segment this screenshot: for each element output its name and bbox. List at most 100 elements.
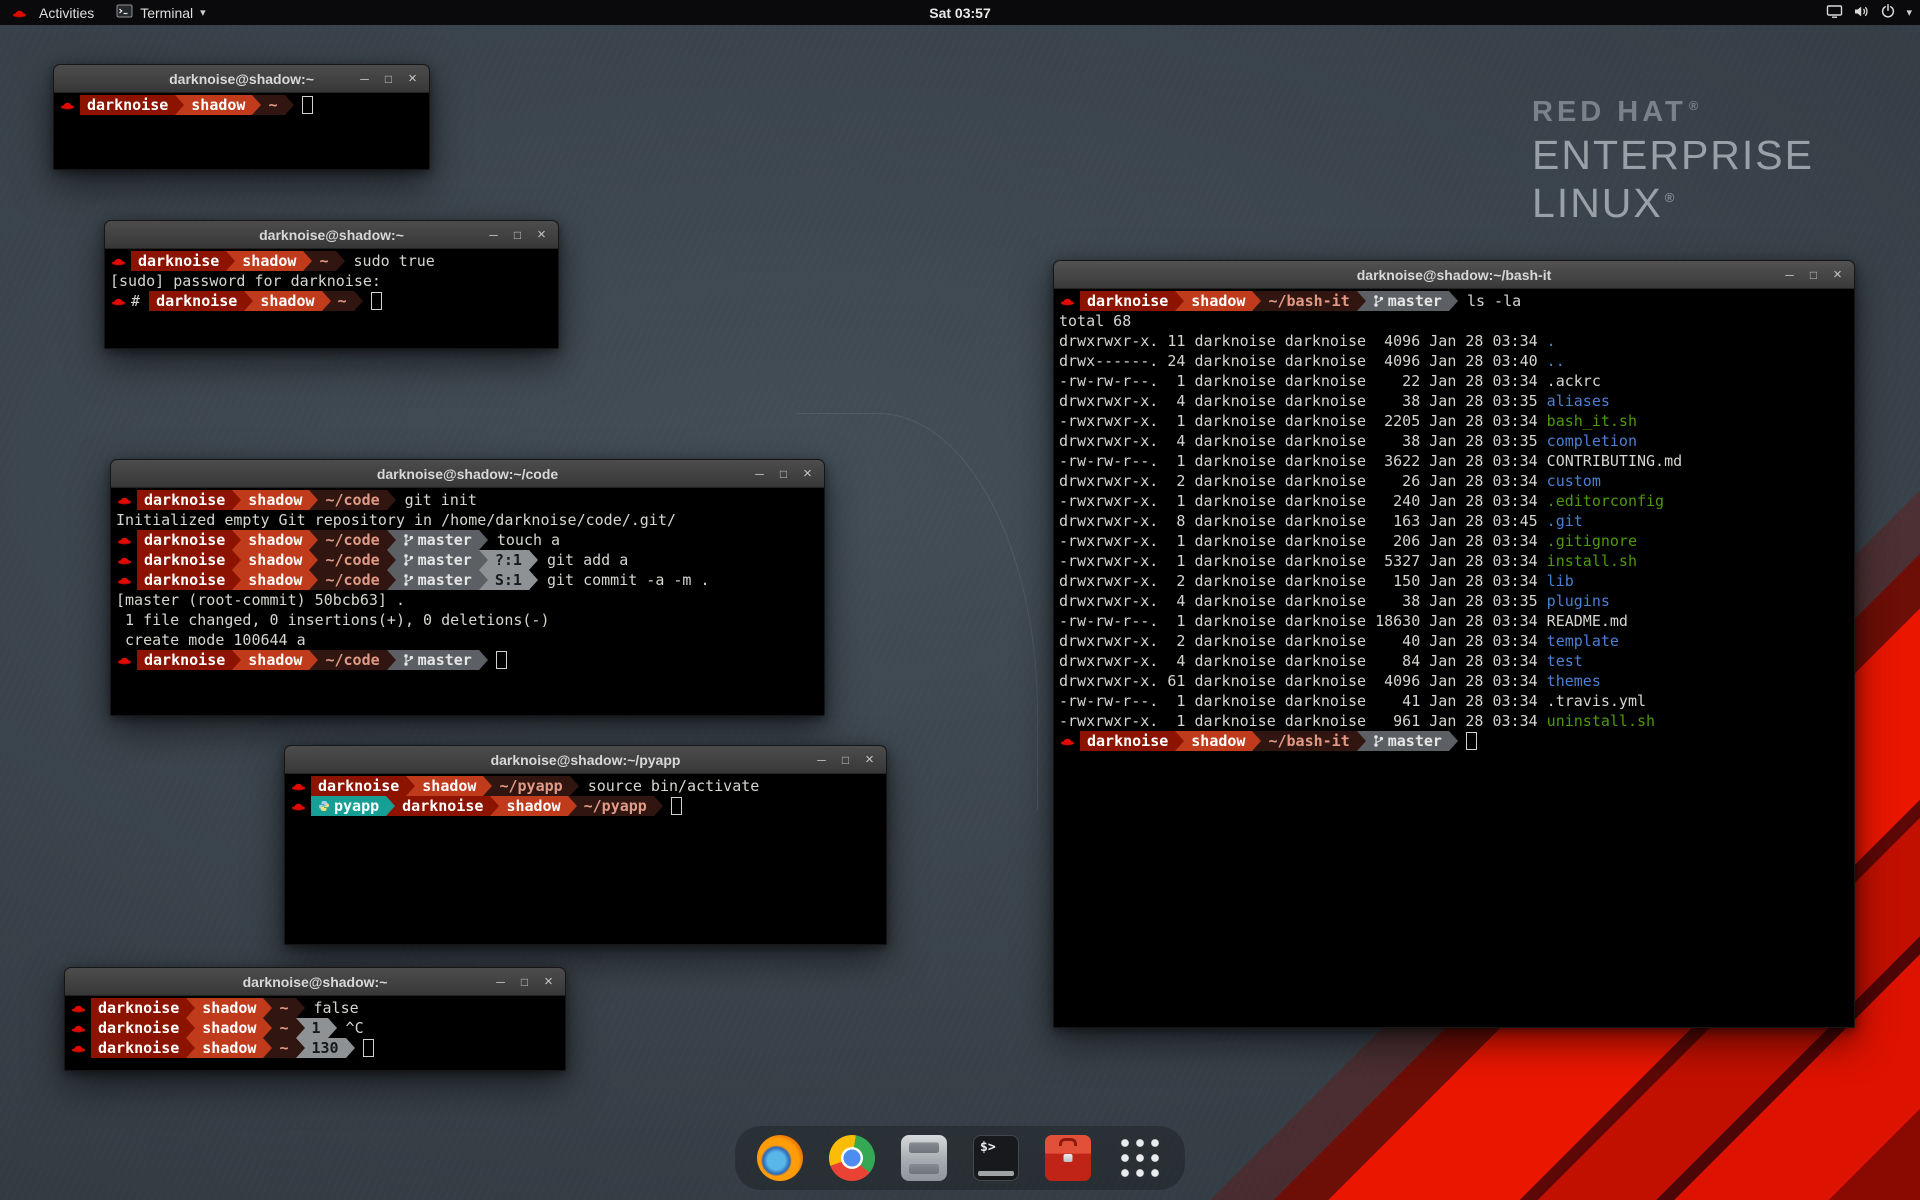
terminal-line: darknoiseshadow~/bash-itmaster <box>1059 731 1849 751</box>
powerline-separator <box>309 490 318 510</box>
minimize-button[interactable]: ─ <box>355 69 374 88</box>
redhat-icon <box>116 650 137 670</box>
prompt-segment-host: shadow <box>1184 731 1252 751</box>
terminal-line: drwxrwxr-x. 4 darknoise darknoise 38 Jan… <box>1059 431 1849 451</box>
minimize-button[interactable]: ─ <box>812 750 831 769</box>
prompt-segment-user: darknoise <box>395 796 490 816</box>
prompt-segment-user: darknoise <box>91 1018 186 1038</box>
powerline-separator <box>529 550 538 570</box>
powerline-separator <box>346 1038 355 1058</box>
terminal-glyph: $> <box>980 1140 996 1155</box>
terminal-content[interactable]: darknoiseshadow~ falsedarknoiseshadow~1 … <box>66 996 564 1069</box>
prompt-segment-venv: pyapp <box>311 796 386 816</box>
terminal-line: pyappdarknoiseshadow~/pyapp <box>290 796 881 816</box>
terminal-line: darknoiseshadow~1 ^C <box>70 1018 560 1038</box>
file-name: plugins <box>1547 591 1610 611</box>
file-name: bash_it.sh <box>1547 411 1637 431</box>
prompt-segment-git: master <box>1366 731 1449 751</box>
chrome-icon[interactable] <box>829 1135 875 1181</box>
window-titlebar[interactable]: darknoise@shadow:~─□× <box>65 968 565 996</box>
redhat-icon <box>1059 731 1080 751</box>
maximize-button[interactable]: □ <box>508 225 527 244</box>
prompt-segment-user: darknoise <box>91 998 186 1018</box>
window-titlebar[interactable]: darknoise@shadow:~─□× <box>54 65 429 93</box>
close-button[interactable]: × <box>403 69 422 88</box>
terminal-line: -rw-rw-r--. 1 darknoise darknoise 3622 J… <box>1059 451 1849 471</box>
powerline-separator <box>244 291 253 311</box>
terminal-text: touch a <box>488 530 560 550</box>
powerline-separator <box>479 650 488 670</box>
terminal-content[interactable]: darknoiseshadow~ sudo true[sudo] passwor… <box>106 249 557 347</box>
terminal-line: -rwxrwxr-x. 1 darknoise darknoise 961 Ja… <box>1059 711 1849 731</box>
system-tray[interactable]: ▾ <box>1826 0 1912 25</box>
terminal-line: -rwxrwxr-x. 1 darknoise darknoise 240 Ja… <box>1059 491 1849 511</box>
terminal-line: darknoiseshadow~ <box>59 95 424 115</box>
window-titlebar[interactable]: darknoise@shadow:~/bash-it─□× <box>1054 261 1854 289</box>
window-layer: darknoise@shadow:~─□×darknoiseshadow~dar… <box>0 0 1920 1200</box>
terminal-content[interactable]: darknoiseshadow~/code git initInitialize… <box>112 488 823 714</box>
app-menu-button[interactable]: Terminal ▾ <box>105 0 216 25</box>
prompt-segment-git: master <box>396 530 479 550</box>
powerline-separator <box>479 570 488 590</box>
maximize-button[interactable]: □ <box>836 750 855 769</box>
minimize-button[interactable]: ─ <box>484 225 503 244</box>
window-titlebar[interactable]: darknoise@shadow:~/pyapp─□× <box>285 746 886 774</box>
terminal-text: -rw-rw-r--. 1 darknoise darknoise 22 Jan… <box>1059 371 1547 391</box>
close-button[interactable]: × <box>539 972 558 991</box>
terminal-content[interactable]: darknoiseshadow~/bash-itmaster ls -latot… <box>1055 289 1853 1026</box>
window-controls: ─ □ × <box>1780 261 1847 288</box>
powerline-separator <box>1357 731 1366 751</box>
window-titlebar[interactable]: darknoise@shadow:~─□× <box>105 221 558 249</box>
powerline-separator <box>309 550 318 570</box>
app-grid-icon[interactable] <box>1117 1135 1163 1181</box>
close-button[interactable]: × <box>532 225 551 244</box>
powerline-separator <box>1449 291 1458 311</box>
terminal-text: Initialized empty Git repository in /hom… <box>116 510 676 530</box>
close-button[interactable]: × <box>860 750 879 769</box>
file-name: CONTRIBUTING.md <box>1547 451 1682 471</box>
terminal-cursor <box>302 96 313 114</box>
terminal-icon[interactable]: $> <box>973 1135 1019 1181</box>
terminal-window: darknoise@shadow:~─□×darknoiseshadow~ su… <box>104 220 559 349</box>
files-icon[interactable] <box>901 1135 947 1181</box>
minimize-button[interactable]: ─ <box>491 972 510 991</box>
maximize-button[interactable]: □ <box>379 69 398 88</box>
maximize-button[interactable]: □ <box>774 464 793 483</box>
clock[interactable]: Sat 03:57 <box>929 5 990 21</box>
terminal-text: ^C <box>337 1018 364 1038</box>
prompt-segment-user: darknoise <box>149 291 244 311</box>
prompt-segment-user: darknoise <box>137 530 232 550</box>
powerline-separator <box>387 570 396 590</box>
terminal-cursor <box>496 651 507 669</box>
minimize-button[interactable]: ─ <box>750 464 769 483</box>
prompt-segment-host: shadow <box>253 291 321 311</box>
activities-button[interactable]: Activities <box>0 0 105 25</box>
window-controls: ─ □ × <box>484 221 551 248</box>
terminal-content[interactable]: darknoiseshadow~ <box>55 93 428 168</box>
terminal-text: # <box>131 291 149 311</box>
window-titlebar[interactable]: darknoise@shadow:~/code─□× <box>111 460 824 488</box>
toolbox-icon[interactable] <box>1045 1135 1091 1181</box>
redhat-icon <box>70 1038 91 1058</box>
redhat-icon <box>59 95 80 115</box>
maximize-button[interactable]: □ <box>1804 265 1823 284</box>
terminal-line: drwxrwxr-x. 4 darknoise darknoise 84 Jan… <box>1059 651 1849 671</box>
terminal-text: drwxrwxr-x. 4 darknoise darknoise 38 Jan… <box>1059 391 1547 411</box>
maximize-button[interactable]: □ <box>515 972 534 991</box>
prompt-segment-git: master <box>396 550 479 570</box>
redhat-logo-icon <box>11 7 32 19</box>
powerline-separator <box>296 1038 305 1058</box>
firefox-icon[interactable] <box>757 1135 803 1181</box>
terminal-line: -rwxrwxr-x. 1 darknoise darknoise 206 Ja… <box>1059 531 1849 551</box>
powerline-separator <box>252 95 261 115</box>
minimize-button[interactable]: ─ <box>1780 265 1799 284</box>
close-button[interactable]: × <box>798 464 817 483</box>
terminal-content[interactable]: darknoiseshadow~/pyapp source bin/activa… <box>286 774 885 943</box>
powerline-separator <box>1252 731 1261 751</box>
prompt-segment-host: shadow <box>415 776 483 796</box>
powerline-separator <box>386 796 395 816</box>
file-name: lib <box>1547 571 1574 591</box>
terminal-line: drwxrwxr-x. 4 darknoise darknoise 38 Jan… <box>1059 391 1849 411</box>
prompt-segment-host: shadow <box>1184 291 1252 311</box>
close-button[interactable]: × <box>1828 265 1847 284</box>
